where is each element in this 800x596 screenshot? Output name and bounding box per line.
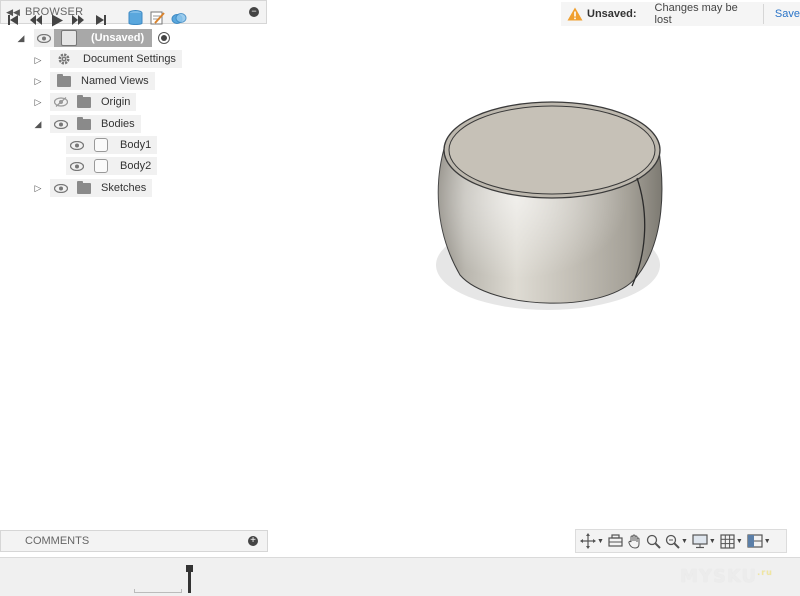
folder-icon [57, 73, 71, 87]
expand-document-settings-icon[interactable]: ▷ [33, 55, 43, 65]
chevron-down-icon: ▼ [680, 537, 688, 545]
tree-item-document-settings[interactable]: Document Settings [50, 50, 182, 68]
comments-panel: COMMENTS + [0, 530, 268, 552]
tree-item-label: Named Views [81, 75, 149, 87]
grid-button[interactable]: ▼ [720, 532, 743, 550]
display-mode-button[interactable]: ▼ [692, 532, 716, 550]
previous-icon [30, 15, 42, 25]
component-icon [61, 30, 77, 46]
display-mode-icon [692, 533, 708, 548]
visibility-eye-icon[interactable] [53, 183, 69, 193]
tree-item-body1[interactable]: Body1 [66, 136, 158, 154]
minimize-browser-icon[interactable]: − [249, 7, 259, 17]
hidden-eye-icon[interactable] [53, 97, 69, 107]
tree-item-body2[interactable]: Body2 [66, 157, 158, 175]
go-to-start-button[interactable] [7, 13, 19, 27]
visibility-eye-icon[interactable] [69, 140, 85, 150]
play-button[interactable] [51, 13, 63, 27]
timeline-track [134, 589, 182, 593]
timeline-marker[interactable] [186, 565, 193, 595]
warning-icon [567, 7, 583, 21]
zoom-icon [646, 534, 661, 549]
body-icon [94, 159, 108, 173]
cylinder-top-inner [448, 105, 656, 195]
watermark-suffix: .ru [757, 568, 773, 577]
sketch-feature-icon [150, 11, 165, 25]
chevron-down-icon: ▼ [597, 537, 604, 545]
gear-icon [57, 52, 71, 66]
tree-item-label: Document Settings [83, 53, 176, 65]
fit-icon [665, 534, 680, 549]
root-label: (Unsaved) [91, 32, 145, 44]
fit-button[interactable]: ▼ [665, 532, 688, 550]
viewports-button[interactable]: ▼ [747, 532, 771, 550]
tree-item-label: Body2 [120, 160, 152, 172]
expand-named-views-icon[interactable]: ▷ [33, 76, 43, 86]
folder-icon [77, 116, 91, 130]
first-icon [8, 15, 18, 25]
tree-item-origin[interactable]: Origin [50, 93, 137, 111]
watermark-text: MYSKU [680, 566, 758, 587]
expand-sketches-icon[interactable]: ▷ [33, 183, 43, 193]
combine-feature-icon [171, 13, 187, 24]
activate-radio-icon[interactable] [158, 32, 171, 44]
last-icon [96, 15, 106, 25]
expand-bodies-icon[interactable]: ◢ [33, 119, 43, 129]
body-feature-icon [128, 10, 143, 25]
chevron-down-icon: ▼ [735, 537, 743, 545]
body-icon [94, 138, 108, 152]
play-icon [52, 14, 63, 26]
look-at-button[interactable] [608, 532, 623, 550]
tree-item-named-views[interactable]: Named Views [50, 72, 155, 90]
pan-button[interactable] [627, 532, 642, 550]
viewport-model[interactable] [420, 90, 680, 330]
divider [763, 4, 764, 24]
orbit-button[interactable]: ▼ [580, 532, 604, 550]
tree-item-bodies[interactable]: Bodies [50, 115, 141, 133]
tree-item-label: Bodies [101, 118, 135, 130]
go-to-end-button[interactable] [95, 13, 107, 27]
look-at-icon [608, 534, 623, 547]
orbit-icon [580, 533, 596, 549]
expand-origin-icon[interactable]: ▷ [33, 97, 43, 107]
grid-icon [720, 533, 735, 549]
navigation-toolbar: ▼ ▼ ▼ ▼ ▼ [575, 529, 787, 553]
unsaved-label: Unsaved: [587, 8, 637, 20]
viewports-icon [747, 534, 763, 548]
visibility-eye-icon[interactable] [69, 161, 85, 171]
tree-item-label: Sketches [101, 182, 147, 194]
tree-root[interactable]: (Unsaved) [34, 29, 176, 47]
unsaved-message: Changes may be lost [654, 2, 738, 26]
watermark-logo: MYSKU.ru [680, 566, 773, 587]
visibility-eye-icon[interactable] [53, 119, 69, 129]
timeline-feature-sketch[interactable] [150, 11, 165, 25]
next-icon [72, 15, 84, 25]
previous-step-button[interactable] [29, 13, 42, 27]
visibility-eye-icon[interactable] [34, 29, 54, 47]
chevron-down-icon: ▼ [763, 537, 771, 545]
tree-item-label: Body1 [120, 139, 152, 151]
unsaved-status-bar: Unsaved: Changes may be lost Save [561, 2, 800, 26]
save-button[interactable]: Save [775, 8, 800, 20]
folder-icon [77, 94, 91, 108]
pan-icon [628, 534, 640, 549]
zoom-button[interactable] [646, 532, 661, 550]
add-comment-icon[interactable]: + [248, 536, 258, 546]
folder-icon [77, 180, 91, 194]
expand-root-icon[interactable]: ◢ [16, 33, 26, 43]
chevron-down-icon: ▼ [708, 537, 716, 545]
next-step-button[interactable] [72, 13, 85, 27]
timeline-feature-combine[interactable] [171, 11, 187, 25]
tree-item-label: Origin [101, 96, 131, 108]
timeline-feature-body[interactable] [128, 10, 143, 25]
comments-title: COMMENTS [25, 535, 90, 547]
tree-item-sketches[interactable]: Sketches [50, 179, 153, 197]
